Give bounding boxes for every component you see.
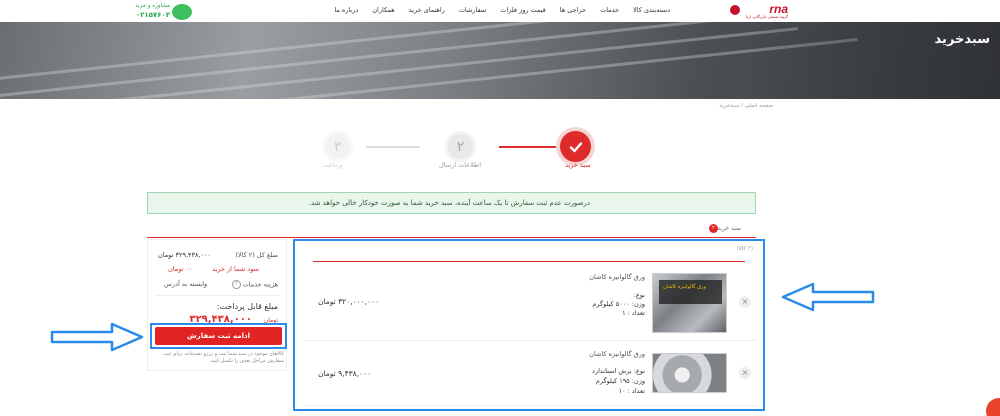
item-price: ۹,۴۳۸,۰۰۰ تومان bbox=[318, 369, 372, 378]
item-type: نوع: برش استاندارد bbox=[592, 367, 645, 375]
cart-expiry-notice: درصورت عدم ثبت سفارش تا یک ساعت آینده، س… bbox=[147, 192, 756, 214]
item-name[interactable]: ورق گالوانیزه کاشان bbox=[589, 273, 645, 281]
step-cart bbox=[560, 131, 591, 162]
total-value: ۳۲۹,۴۳۸,۰۰۰ تومان bbox=[158, 251, 212, 259]
step-connector-active bbox=[499, 146, 557, 148]
product-image[interactable] bbox=[652, 353, 727, 393]
cart-item: × ورق گالوانیزه کاشان ورق گالوانیزه کاشا… bbox=[303, 265, 757, 341]
step-payment: ۳ bbox=[322, 131, 353, 162]
summary-divider bbox=[156, 295, 280, 296]
step-shipping-number: ۲ bbox=[456, 138, 465, 155]
item-weight: وزن: ۱۹۵ کیلوگرم bbox=[595, 377, 645, 385]
logo-subtitle: گروه صنعتی بازرگانی ارنا bbox=[745, 14, 788, 19]
reservation-note: کالاهای موجود در سبد شما ثبت و رزرو نشده… bbox=[163, 351, 284, 364]
page-banner: سبدخرید bbox=[0, 22, 1000, 99]
logo-mark-icon bbox=[730, 5, 740, 15]
cart-header: سبد خرید ۲ bbox=[147, 220, 756, 238]
profit-value: ۰۰ تومان bbox=[168, 265, 193, 273]
nav-item-orders[interactable]: سفارشات bbox=[459, 6, 486, 14]
chat-icon[interactable] bbox=[986, 398, 1000, 416]
nav-item-metal-prices[interactable]: قیمت روز فلزات bbox=[500, 6, 546, 14]
item-weight: وزن: ۵۰۰۰ کیلوگرم bbox=[592, 300, 645, 308]
contact-label: مشاوره و خرید bbox=[135, 3, 170, 9]
contact-phone: ۰۲۱۵۷۶۰۲ bbox=[135, 11, 170, 19]
notice-text: درصورت عدم ثبت سفارش تا یک ساعت آینده، س… bbox=[308, 199, 590, 207]
continue-checkout-button[interactable]: ادامه ثبت سفارش bbox=[155, 327, 282, 345]
nav-item-services[interactable]: خدمات bbox=[600, 6, 619, 14]
remove-item-icon[interactable]: × bbox=[739, 296, 751, 308]
arrow-right-icon bbox=[50, 322, 144, 352]
nav-item-categories[interactable]: دسته‌بندی کالا bbox=[633, 6, 670, 14]
contact-box[interactable]: مشاوره و خرید ۰۲۱۵۷۶۰۲ bbox=[130, 2, 200, 20]
phone-icon bbox=[172, 4, 192, 20]
main-nav: دسته‌بندی کالا خدمات حراجی ها قیمت روز ف… bbox=[334, 6, 670, 14]
remove-item-icon[interactable]: × bbox=[739, 367, 751, 379]
arrow-left-icon bbox=[781, 282, 875, 312]
page-title: سبدخرید bbox=[934, 32, 990, 47]
items-count: (۲ کالا) bbox=[736, 246, 753, 252]
product-image-caption: ورق گالوانیزه کاشان bbox=[663, 284, 706, 290]
step-payment-label: پرداخت bbox=[322, 161, 343, 169]
cart-item: × ورق گالوانیزه کاشان نوع: برش استاندارد… bbox=[303, 341, 757, 406]
total-label: مبلغ کل (۲ کالا) bbox=[235, 251, 278, 259]
nav-item-buying-guide[interactable]: راهنمای خرید bbox=[409, 6, 445, 14]
step-shipping: ۲ bbox=[445, 131, 476, 162]
cart-count-badge: ۲ bbox=[709, 224, 718, 233]
step-connector bbox=[366, 146, 420, 148]
profit-label: سود شما از خرید bbox=[212, 265, 259, 273]
cart-items-highlight: (۲ کالا) × ورق گالوانیزه کاشان ورق گالوا… bbox=[293, 239, 765, 411]
nav-item-partners[interactable]: همکاران bbox=[372, 6, 394, 14]
service-fee-label-text: هزینه خدمات bbox=[242, 280, 278, 289]
item-quantity: تعداد : ۱ bbox=[622, 309, 645, 317]
step-cart-label: سبد خرید bbox=[565, 161, 591, 169]
product-image[interactable]: ورق گالوانیزه کاشان bbox=[652, 273, 727, 333]
check-icon bbox=[569, 141, 582, 152]
service-fee-value: وابسته به آدرس bbox=[164, 280, 208, 288]
cart-header-label: سبد خرید bbox=[717, 225, 741, 232]
payable-label: مبلغ قابل پرداخت: bbox=[216, 302, 278, 311]
item-type: نوع: bbox=[633, 291, 645, 299]
nav-item-about[interactable]: درباره ما bbox=[334, 6, 358, 14]
step-shipping-label: اطلاعات ارسال bbox=[439, 161, 481, 169]
logo[interactable]: rna گروه صنعتی بازرگانی ارنا bbox=[728, 2, 788, 20]
nav-item-auctions[interactable]: حراجی ها bbox=[560, 6, 586, 14]
step-payment-number: ۳ bbox=[333, 138, 342, 155]
item-price: ۳۲۰,۰۰۰,۰۰۰ تومان bbox=[318, 297, 380, 306]
items-divider bbox=[313, 261, 745, 262]
info-icon[interactable]: ? bbox=[231, 280, 241, 289]
banner-texture bbox=[0, 22, 739, 99]
service-fee-label: هزینه خدمات? bbox=[230, 280, 278, 289]
item-quantity: تعداد : ۱۰ bbox=[618, 387, 645, 395]
site-header: rna گروه صنعتی بازرگانی ارنا دسته‌بندی ک… bbox=[0, 0, 1000, 22]
breadcrumb[interactable]: صفحه اصلی / سبدخرید bbox=[719, 103, 773, 109]
item-name[interactable]: ورق گالوانیزه کاشان bbox=[589, 350, 645, 358]
